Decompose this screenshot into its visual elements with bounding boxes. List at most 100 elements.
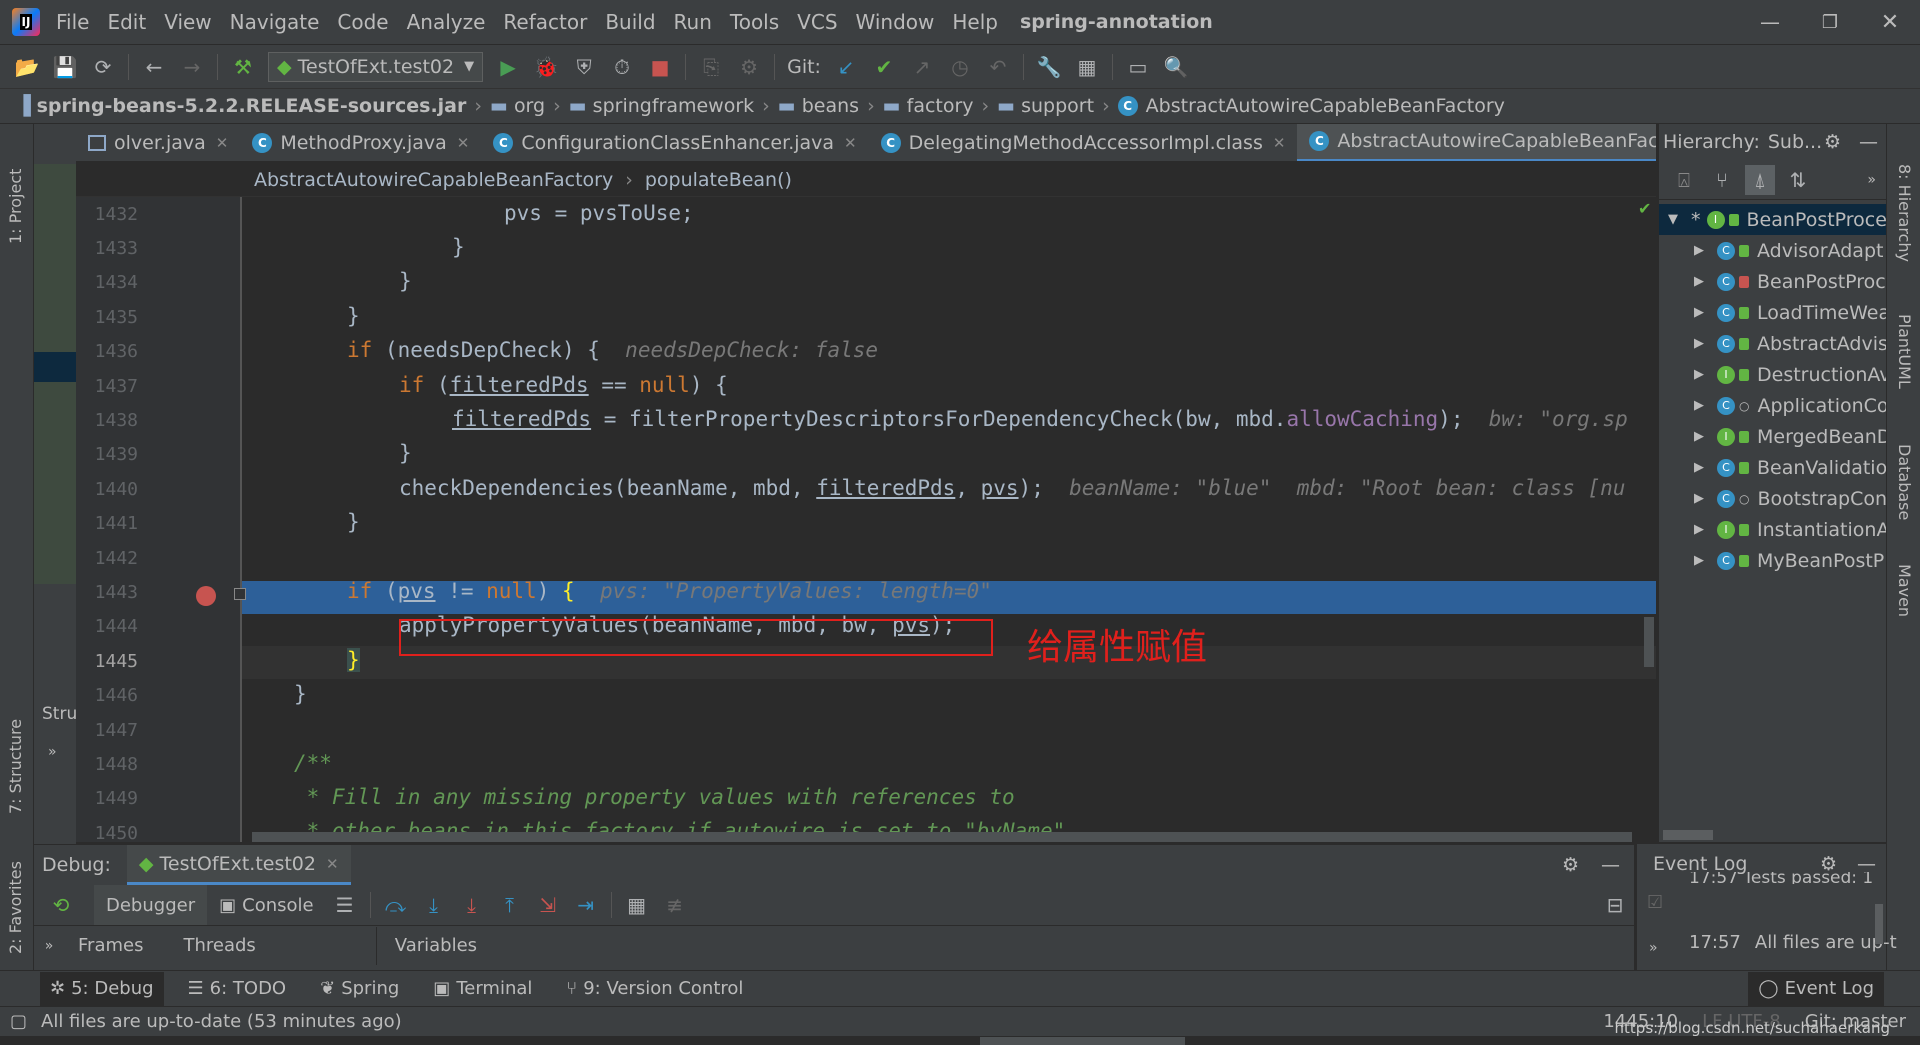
expand-icon[interactable]: ▶ — [1689, 274, 1709, 289]
supertypes-icon[interactable]: ⍓ — [1669, 165, 1699, 195]
menu-run[interactable]: Run — [674, 10, 712, 34]
breakpoint-icon[interactable] — [196, 586, 216, 606]
debug-session-tab[interactable]: ◆ TestOfExt.test02 ✕ — [126, 845, 351, 885]
database-tool-tab[interactable]: Database — [1895, 444, 1914, 544]
hierarchy-item[interactable]: ▶ C MyBeanPostP — [1659, 545, 1884, 576]
menu-window[interactable]: Window — [856, 10, 935, 34]
tab-methodproxy[interactable]: C MethodProxy.java ✕ — [240, 124, 481, 161]
hierarchy-item[interactable]: ▶ C LoadTimeWea — [1659, 297, 1886, 328]
project-tool-tab[interactable]: 1: Project — [6, 134, 25, 244]
code-editor[interactable]: 1432 1433 1434 1435 1436 1437 1438 1439 … — [76, 197, 1656, 842]
build-hammer-icon[interactable]: ⚒ — [228, 52, 258, 82]
nav-class[interactable]: AbstractAutowireCapableBeanFactory — [1146, 95, 1505, 117]
breadcrumb-method[interactable]: populateBean() — [645, 169, 792, 191]
nav-jar[interactable]: spring-beans-5.2.2.RELEASE-sources.jar — [37, 95, 467, 117]
tool-tab-debug[interactable]: ✲ 5: Debug — [40, 971, 164, 1006]
nav-factory[interactable]: factory — [907, 95, 974, 117]
plantuml-tool-tab[interactable]: PlantUML — [1895, 314, 1914, 414]
more-icon[interactable]: » — [1867, 172, 1876, 188]
restore-layout-icon[interactable]: ⊟ — [1600, 890, 1630, 920]
step-into-icon[interactable]: ⤓ — [419, 890, 449, 920]
subtypes-icon[interactable]: ⍋ — [1745, 164, 1775, 195]
hierarchy-scope[interactable]: Sub... — [1768, 131, 1822, 153]
git-commit-icon[interactable]: ✔ — [869, 52, 899, 82]
evaluate-icon[interactable]: ▦ — [622, 890, 652, 920]
frames-tab[interactable]: Frames — [78, 935, 143, 956]
menu-help[interactable]: Help — [952, 10, 998, 34]
expand-icon[interactable]: ▶ — [1689, 243, 1709, 258]
menu-build[interactable]: Build — [605, 10, 655, 34]
tab-resolver[interactable]: olver.java ✕ — [76, 124, 240, 161]
structure-tool-tab[interactable]: 7: Structure — [6, 694, 25, 814]
editor-scrollbar[interactable] — [1644, 617, 1654, 667]
hierarchy-item[interactable]: ▶ C BeanPostProc — [1659, 266, 1886, 297]
drop-frame-icon[interactable]: ⇲ — [533, 890, 563, 920]
hierarchy-item-root[interactable]: ▼ * I BeanPostProce — [1659, 204, 1886, 235]
close-tab-icon[interactable]: ✕ — [844, 134, 857, 152]
menu-view[interactable]: View — [164, 10, 211, 34]
force-step-into-icon[interactable]: ⤓ — [457, 890, 487, 920]
coverage-icon[interactable]: ⛨ — [569, 52, 599, 82]
hierarchy-item[interactable]: ▶ C BeanValidatio — [1659, 452, 1886, 483]
expand-icon[interactable]: ▶ — [1689, 460, 1709, 475]
close-tab-icon[interactable]: ✕ — [326, 855, 339, 873]
git-update-icon[interactable]: ↙ — [831, 52, 861, 82]
menu-navigate[interactable]: Navigate — [230, 10, 320, 34]
menu-file[interactable]: File — [56, 10, 89, 34]
hierarchy-item[interactable]: ▶ I InstantiationA — [1659, 514, 1886, 545]
menu-refactor[interactable]: Refactor — [503, 10, 587, 34]
terminal-icon[interactable]: ▭ — [1123, 52, 1153, 82]
expand-icon[interactable]: » — [48, 744, 57, 760]
nav-beans[interactable]: beans — [802, 95, 859, 117]
close-tab-icon[interactable]: ✕ — [457, 134, 470, 152]
hierarchy-item[interactable]: ▶ C ○ ApplicationCo — [1659, 390, 1886, 421]
more-icon[interactable]: » — [1649, 940, 1658, 956]
tool-tab-terminal[interactable]: ▣ Terminal — [423, 972, 542, 1006]
expand-icon[interactable]: ▶ — [1689, 429, 1709, 444]
hide-icon[interactable]: — — [1601, 854, 1620, 876]
status-toggle-icon[interactable]: ▢ — [10, 1011, 27, 1032]
hierarchy-item[interactable]: ▶ C ○ BootstrapCon — [1659, 483, 1886, 514]
threads-tab[interactable]: Threads — [183, 935, 255, 956]
nav-support[interactable]: support — [1021, 95, 1094, 117]
tab-abstractautowirecapablebeanfactory[interactable]: C AbstractAutowireCapableBeanFactory.jav… — [1297, 124, 1656, 161]
trace-icon[interactable]: ≢ — [660, 890, 690, 920]
hierarchy-item[interactable]: ▶ I MergedBeanD — [1659, 421, 1886, 452]
forward-icon[interactable]: → — [177, 52, 207, 82]
sort-icon[interactable]: ⇅ — [1783, 165, 1813, 195]
hierarchy-item[interactable]: ▶ I DestructionAv — [1659, 359, 1886, 390]
project-structure-icon[interactable]: ▦ — [1072, 52, 1102, 82]
hierarchy-tool-tab[interactable]: 8: Hierarchy — [1895, 164, 1914, 284]
run-icon[interactable]: ▶ — [493, 52, 523, 82]
tab-configurationclassenhancer[interactable]: C ConfigurationClassEnhancer.java ✕ — [481, 124, 868, 161]
sync-icon[interactable]: ⟳ — [88, 52, 118, 82]
menu-code[interactable]: Code — [337, 10, 388, 34]
hide-icon[interactable]: — — [1859, 131, 1878, 153]
git-history-icon[interactable]: ◷ — [945, 52, 975, 82]
tool-tab-event-log[interactable]: ◯ Event Log — [1748, 971, 1884, 1006]
more-icon[interactable]: » — [34, 938, 64, 954]
run-config-select[interactable]: ◆ TestOfExt.test02 ▼ — [268, 51, 484, 82]
menu-vcs[interactable]: VCS — [797, 10, 837, 34]
run-to-cursor-icon[interactable]: ⇥ — [571, 890, 601, 920]
open-folder-icon[interactable]: 📂 — [12, 52, 42, 82]
expand-icon[interactable]: ▶ — [1689, 522, 1709, 537]
menu-tools[interactable]: Tools — [730, 10, 779, 34]
tool-tab-todo[interactable]: ☰ 6: TODO — [178, 972, 297, 1006]
console-tab[interactable]: ▣ Console — [207, 885, 325, 925]
collapse-icon[interactable]: ▼ — [1663, 212, 1683, 227]
save-all-icon[interactable]: 💾 — [50, 52, 80, 82]
git-rollback-icon[interactable]: ↶ — [983, 52, 1013, 82]
expand-icon[interactable]: ▶ — [1689, 336, 1709, 351]
event-log-scrollbar[interactable] — [1875, 904, 1883, 944]
class-hierarchy-icon[interactable]: ⑂ — [1707, 165, 1737, 195]
profile-icon[interactable]: ⏱ — [607, 52, 637, 82]
hierarchy-hscroll[interactable] — [1663, 830, 1713, 840]
rerun-icon[interactable]: ⟲ — [46, 890, 76, 920]
debug-icon[interactable]: 🐞 — [531, 52, 561, 82]
hierarchy-item[interactable]: ▶ C AdvisorAdapt — [1659, 235, 1883, 266]
expand-icon[interactable]: ▶ — [1689, 553, 1709, 568]
menu-analyze[interactable]: Analyze — [407, 10, 486, 34]
expand-icon[interactable]: ▶ — [1689, 491, 1709, 506]
gear-icon[interactable]: ⚙ — [1562, 854, 1579, 876]
